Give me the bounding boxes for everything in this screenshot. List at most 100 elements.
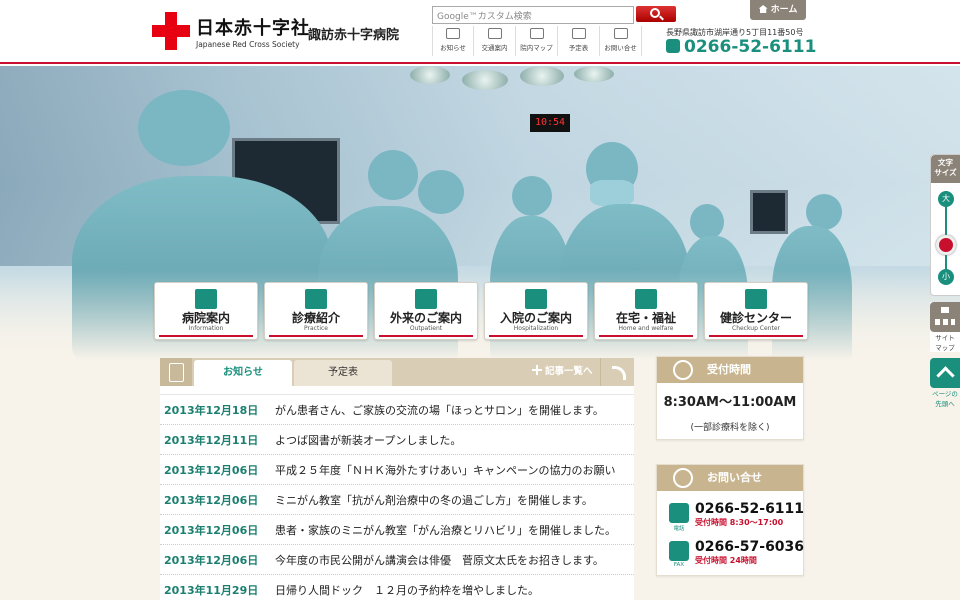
reception-hours-note: (一部診療科を除く) <box>690 423 770 433</box>
org-name: 日本赤十字社 <box>196 18 310 39</box>
news-title[interactable]: 平成２５年度「ＮＨＫ海外たすけあい」キャンペーンの協力のお願い <box>275 462 615 478</box>
contact-phone[interactable]: 電話 0266-52-6111 受付時間 8:30～17:00 <box>657 497 805 533</box>
page-top-button[interactable]: ページの 先頭へ <box>930 358 960 408</box>
reception-hours-box: 受付時間 8:30AM～11:00AM (一部診療科を除く) <box>656 356 804 440</box>
news-title[interactable]: 今年度の市民公開がん講演会は俳優 菅原文太氏をお招きします。 <box>275 552 604 568</box>
bus-icon <box>487 28 502 39</box>
contact-phone-number: 0266-52-6111 <box>695 501 805 517</box>
list-item[interactable]: 2013年12月06日 ミニがん教室「抗がん剤治療中の冬の過ごし方」を開催します… <box>160 485 634 515</box>
fax-icon-label: FAX <box>673 562 685 568</box>
search-button[interactable] <box>636 6 676 22</box>
sitemap-button[interactable]: サイト マップ <box>930 302 960 352</box>
news-date: 2013年12月06日 <box>164 493 259 507</box>
hero-figure-head <box>418 170 464 214</box>
rss-icon[interactable] <box>600 358 634 386</box>
house-icon <box>635 289 657 309</box>
mail-icon <box>613 28 628 39</box>
font-size-title-2: サイズ <box>934 168 957 177</box>
contact-phone-hours: 受付時間 8:30～17:00 <box>695 518 784 527</box>
main-nav: 病院案内 Information 診療紹介 Practice 外来のご案内 Ou… <box>154 282 808 340</box>
font-size-slider-handle[interactable] <box>936 235 956 255</box>
font-size-small-button[interactable]: 小 <box>938 269 954 285</box>
font-size-large-button[interactable]: 大 <box>938 191 954 207</box>
list-item[interactable]: 2013年11月29日 日帰り人間ドック １２月の予約枠を増やしました。 <box>160 575 634 600</box>
font-size-header: 文字 サイズ <box>931 155 960 183</box>
nav-practice[interactable]: 診療紹介 Practice <box>264 282 368 340</box>
contact-fax-hours: 受付時間 24時間 <box>695 556 757 565</box>
phone-handset-icon <box>673 468 693 488</box>
util-nav-floor-map[interactable]: 院内マップ <box>516 26 558 56</box>
nav-label: 診療紹介 <box>291 311 340 325</box>
hero-figure-mask <box>590 180 634 206</box>
reception-hours-header: 受付時間 <box>657 357 803 383</box>
util-nav-notice[interactable]: お知らせ <box>432 26 474 56</box>
news-panel: お知らせ 予定表 記事一覧へ 2013年12月18日 がん患者さん、ご家族の交流… <box>160 358 634 600</box>
nav-sub: Checkup Center <box>732 325 780 332</box>
util-nav-access[interactable]: 交通案内 <box>474 26 516 56</box>
util-nav-label: 交通案内 <box>481 44 508 52</box>
nav-hospitalization[interactable]: 入院のご案内 Hospitalization <box>484 282 588 340</box>
clipboard-icon <box>160 358 192 386</box>
nav-checkup-center[interactable]: 健診センター Checkup Center <box>704 282 808 340</box>
news-date: 2013年12月06日 <box>164 463 259 477</box>
page-top-label-1: ページの <box>932 390 958 398</box>
contact-fax-number: 0266-57-6036 <box>695 539 805 555</box>
util-nav-label: お知らせ <box>440 44 466 52</box>
nav-information[interactable]: 病院案内 Information <box>154 282 258 340</box>
list-item[interactable]: 2013年12月06日 今年度の市民公開がん講演会は俳優 菅原文太氏をお招きしま… <box>160 545 634 575</box>
surgical-light <box>574 66 614 82</box>
syringe-icon <box>745 289 767 309</box>
tab-news[interactable]: お知らせ <box>194 360 292 386</box>
util-nav-contact[interactable]: お問い合せ <box>600 26 642 56</box>
news-list-link[interactable]: 記事一覧へ <box>522 358 593 386</box>
nav-label: 在宅・福祉 <box>615 311 676 325</box>
list-item[interactable]: 2013年12月11日 よつば図書が新装オープンしました。 <box>160 425 634 455</box>
news-title[interactable]: 患者・家族のミニがん教室「がん治療とリハビリ」を開催しました。 <box>275 522 616 538</box>
news-date: 2013年12月06日 <box>164 523 259 537</box>
contact-title: お問い合せ <box>707 471 762 484</box>
org-name-en: Japanese Red Cross Society <box>196 40 300 49</box>
page-top-label-2: 先頭へ <box>935 400 955 408</box>
nav-sub: Hospitalization <box>513 325 559 332</box>
nav-home-welfare[interactable]: 在宅・福祉 Home and welfare <box>594 282 698 340</box>
util-nav-label: 予定表 <box>568 44 589 52</box>
building-icon <box>195 289 217 309</box>
font-size-control: 文字 サイズ 大 小 <box>930 154 960 296</box>
list-item[interactable]: 2013年12月06日 患者・家族のミニがん教室「がん治療とリハビリ」を開催しま… <box>160 515 634 545</box>
list-item[interactable]: 2013年12月06日 平成２５年度「ＮＨＫ海外たすけあい」キャンペーンの協力の… <box>160 455 634 485</box>
news-date: 2013年11月29日 <box>164 583 259 597</box>
sitemap-label-2: マップ <box>935 344 955 352</box>
news-title[interactable]: 日帰り人間ドック １２月の予約枠を増やしました。 <box>275 582 539 598</box>
header-phone-number: 0266-52-6111 <box>684 37 817 57</box>
util-nav-label: お問い合せ <box>604 44 637 52</box>
utility-nav: お知らせ 交通案内 院内マップ 予定表 お問い合せ <box>432 26 642 56</box>
news-date: 2013年12月18日 <box>164 403 259 417</box>
surgical-light <box>462 70 508 90</box>
nav-outpatient[interactable]: 外来のご案内 Outpatient <box>374 282 478 340</box>
hero-clock: 10:54 <box>530 114 570 132</box>
chevron-up-icon <box>930 358 960 388</box>
plus-icon <box>532 365 542 375</box>
news-tabs: お知らせ 予定表 記事一覧へ <box>160 358 634 386</box>
util-nav-label: 院内マップ <box>520 44 553 52</box>
news-list-link-label: 記事一覧へ <box>545 366 593 377</box>
util-nav-schedule[interactable]: 予定表 <box>558 26 600 56</box>
sitemap-label-1: サイト <box>935 334 955 342</box>
header-phone[interactable]: 0266-52-6111 <box>666 37 816 57</box>
news-title[interactable]: がん患者さん、ご家族の交流の場「ほっとサロン」を開催します。 <box>275 402 604 418</box>
site-header: 日本赤十字社 Japanese Red Cross Society 諏訪赤十字病… <box>0 0 960 64</box>
news-title[interactable]: ミニがん教室「抗がん剤治療中の冬の過ごし方」を開催します。 <box>275 492 593 508</box>
home-button[interactable]: ホーム <box>750 0 806 20</box>
red-cross-icon <box>152 12 190 50</box>
contact-fax: FAX 0266-57-6036 受付時間 24時間 <box>657 535 805 571</box>
nav-label: 入院のご案内 <box>499 311 572 325</box>
tab-schedule[interactable]: 予定表 <box>294 360 392 386</box>
site-logo[interactable]: 日本赤十字社 Japanese Red Cross Society 諏訪赤十字病… <box>152 10 412 56</box>
list-item[interactable]: 2013年12月18日 がん患者さん、ご家族の交流の場「ほっとサロン」を開催しま… <box>160 395 634 425</box>
search-icon <box>650 8 660 18</box>
nav-label: 健診センター <box>719 311 792 325</box>
search-input[interactable]: Google™カスタム検索 <box>432 6 634 24</box>
hospital-name: 諏訪赤十字病院 <box>308 28 400 43</box>
nav-sub: Home and welfare <box>618 325 674 332</box>
news-title[interactable]: よつば図書が新装オープンしました。 <box>275 432 461 448</box>
